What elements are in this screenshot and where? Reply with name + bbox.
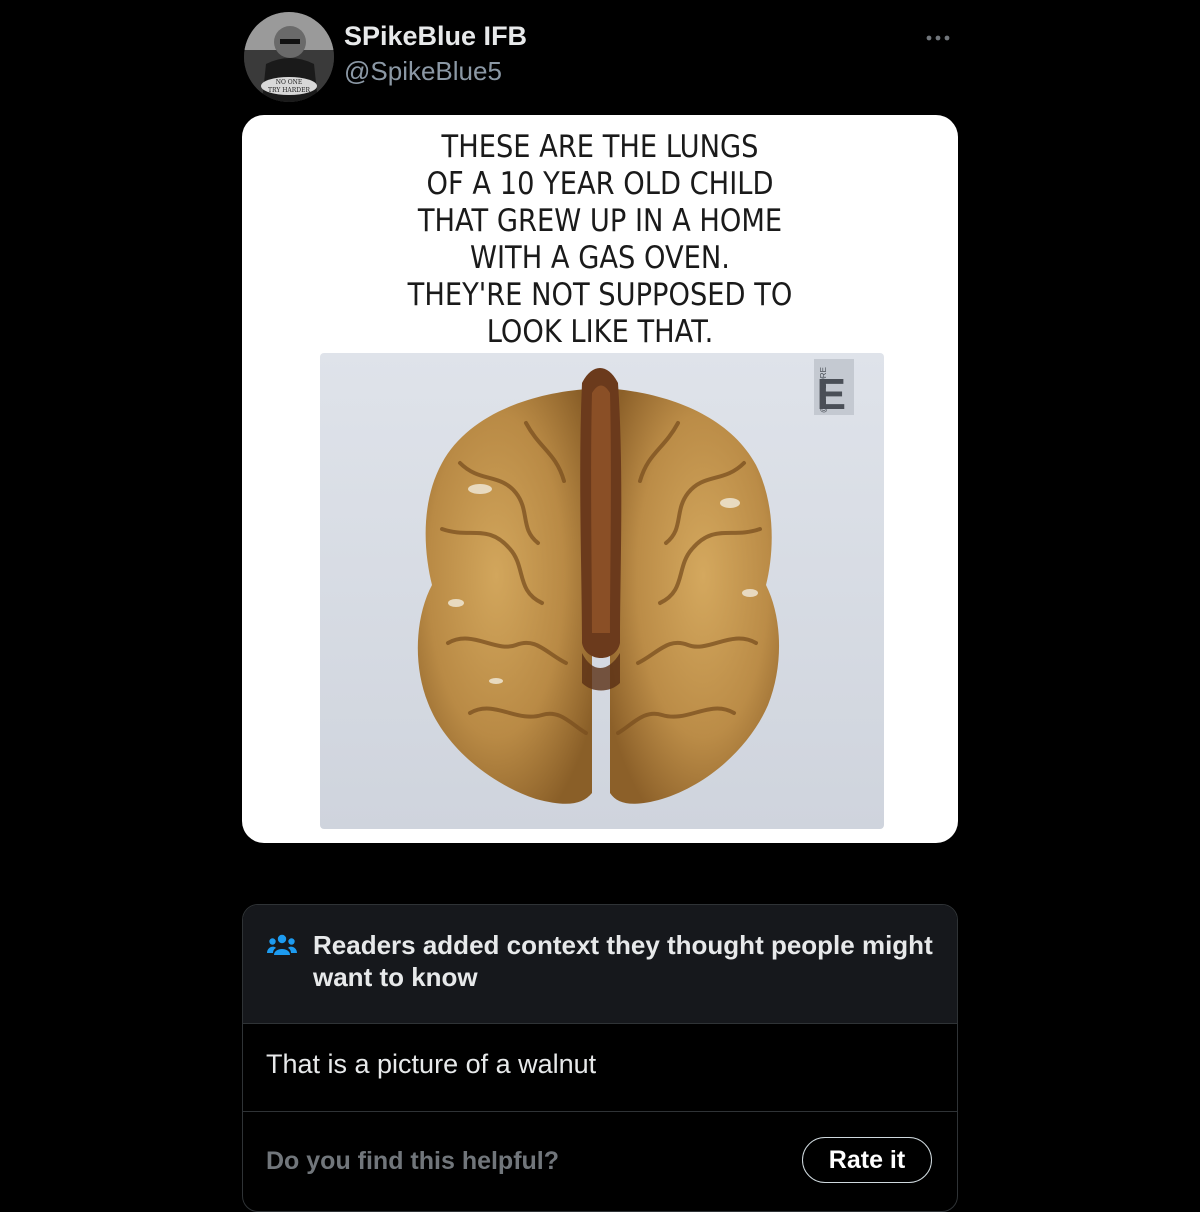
- community-note-title: Readers added context they thought peopl…: [313, 930, 933, 992]
- user-handle[interactable]: @SpikeBlue5: [344, 56, 502, 87]
- helpful-question: Do you find this helpful?: [266, 1147, 560, 1175]
- rate-it-button[interactable]: Rate it: [802, 1137, 932, 1183]
- more-horizontal-icon: [926, 35, 950, 41]
- avatar-image: NO ONE TRY HARDER: [244, 12, 334, 102]
- watermark-text: @EXPLORE: [819, 367, 828, 413]
- divider: [243, 1111, 957, 1112]
- community-note-body: That is a picture of a walnut: [266, 1049, 597, 1079]
- display-name[interactable]: SPikeBlue IFB: [344, 21, 527, 52]
- meme-caption-line: LOOK LIKE THAT.: [486, 314, 714, 350]
- more-button[interactable]: [918, 24, 958, 52]
- meme-caption-line: THAT GREW UP IN A HOME: [417, 203, 783, 239]
- community-note-header: Readers added context they thought peopl…: [243, 905, 957, 1024]
- walnut-photo: E @EXPLORE: [320, 353, 884, 829]
- meme-caption-line: OF A 10 YEAR OLD CHILD: [426, 166, 774, 202]
- meme-caption-line: WITH A GAS OVEN.: [470, 240, 730, 276]
- svg-text:TRY HARDER: TRY HARDER: [268, 87, 310, 94]
- meme-caption-line: THESE ARE THE LUNGS: [441, 129, 759, 165]
- meme-caption-line: THEY'RE NOT SUPPOSED TO: [407, 277, 793, 313]
- svg-text:NO ONE: NO ONE: [276, 79, 303, 86]
- post-media[interactable]: THESE ARE THE LUNGS OF A 10 YEAR OLD CHI…: [242, 115, 958, 843]
- community-note: Readers added context they thought peopl…: [242, 904, 958, 1212]
- people-icon: [267, 934, 297, 955]
- avatar[interactable]: NO ONE TRY HARDER: [244, 12, 334, 102]
